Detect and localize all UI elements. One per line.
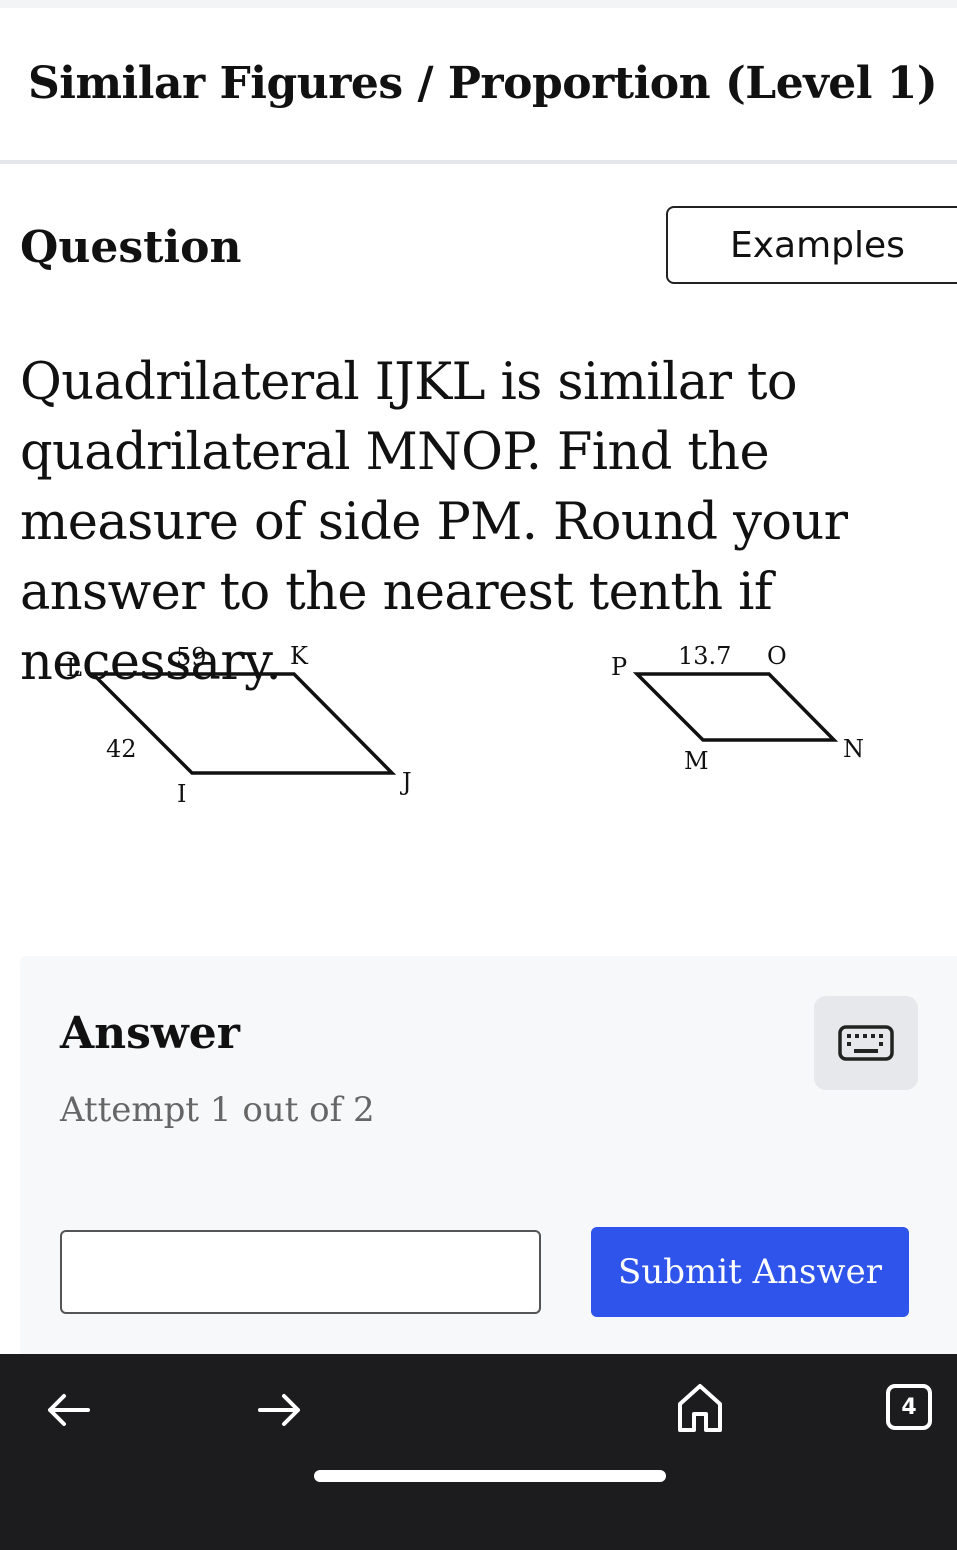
similar-quadrilaterals-figure: L K J I 59 42 P O N M 13.7 — [66, 642, 864, 808]
vertex-label-n: N — [843, 735, 864, 763]
attempt-counter: Attempt 1 out of 2 — [60, 1090, 375, 1130]
answer-panel: Answer Attempt 1 out of 2 Submit Answer — [20, 956, 957, 1354]
home-icon[interactable] — [676, 1382, 724, 1434]
page-title: Similar Figures / Proportion (Level 1) — [28, 58, 938, 109]
quadrilateral-ijkl: L K J I 59 42 — [66, 642, 412, 808]
back-arrow-icon[interactable] — [44, 1392, 92, 1428]
quadrilateral-mnop: P O N M 13.7 — [611, 642, 864, 775]
vertex-label-k: K — [290, 642, 309, 670]
side-label-li: 42 — [106, 735, 137, 763]
side-label-po: 13.7 — [678, 642, 731, 670]
vertex-label-i: I — [177, 780, 186, 808]
vertex-label-o: O — [767, 642, 787, 670]
top-strip — [0, 0, 957, 8]
keyboard-icon — [838, 1025, 894, 1061]
answer-input[interactable] — [60, 1230, 541, 1314]
submit-answer-button[interactable]: Submit Answer — [591, 1227, 909, 1317]
question-heading: Question — [20, 222, 242, 273]
keyboard-toggle-button[interactable] — [814, 996, 918, 1090]
vertex-label-l: L — [66, 654, 82, 682]
answer-heading: Answer — [60, 1008, 240, 1059]
browser-navigation-bar: 4 — [0, 1354, 957, 1550]
vertex-label-j: J — [399, 768, 412, 796]
vertex-label-p: P — [611, 653, 627, 681]
vertex-label-m: M — [684, 747, 709, 775]
title-divider — [0, 160, 957, 164]
side-label-lk: 59 — [176, 643, 207, 671]
examples-button[interactable]: Examples — [666, 206, 957, 284]
forward-arrow-icon[interactable] — [256, 1392, 304, 1428]
home-indicator-bar[interactable] — [314, 1470, 666, 1482]
tabs-count-button[interactable]: 4 — [886, 1384, 932, 1430]
